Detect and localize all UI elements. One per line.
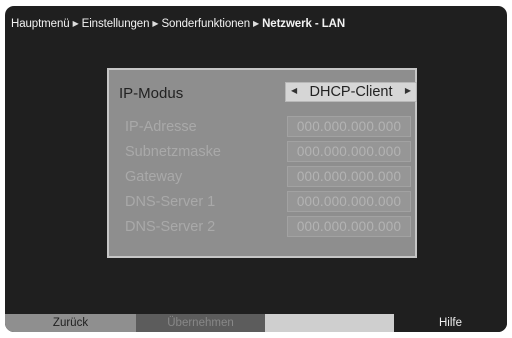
ip-address-field: 000.000.000.000 <box>287 116 411 137</box>
dns-server-2-field: 000.000.000.000 <box>287 216 411 237</box>
dns-server-1-field: 000.000.000.000 <box>287 191 411 212</box>
network-settings-panel: IP-Modus ◀ DHCP-Client ▶ IP-Adresse 000.… <box>107 68 417 258</box>
breadcrumb-current: Netzwerk - LAN <box>262 18 346 30</box>
field-label: IP-Adresse <box>125 119 197 135</box>
ip-mode-label: IP-Modus <box>119 85 184 102</box>
breadcrumb-item-sonderfunktionen[interactable]: Sonderfunktionen <box>161 18 250 30</box>
subnet-mask-field: 000.000.000.000 <box>287 141 411 162</box>
field-label: DNS-Server 2 <box>125 219 216 235</box>
footer-button-bar: Zurück Übernehmen Hilfe <box>5 314 507 332</box>
help-button[interactable]: Hilfe <box>394 314 507 332</box>
ip-mode-value: DHCP-Client <box>309 84 393 100</box>
triangle-right-icon: ▶ <box>152 19 159 28</box>
address-fields: IP-Adresse 000.000.000.000 Subnetzmaske … <box>109 116 415 241</box>
blank-button[interactable] <box>265 314 394 332</box>
field-label: Subnetzmaske <box>125 144 221 160</box>
field-label: Gateway <box>125 169 183 185</box>
field-row-ip-address: IP-Adresse 000.000.000.000 <box>109 116 415 141</box>
field-label: DNS-Server 1 <box>125 194 216 210</box>
field-row-subnet-mask: Subnetzmaske 000.000.000.000 <box>109 141 415 166</box>
back-button[interactable]: Zurück <box>5 314 136 332</box>
ip-mode-row: IP-Modus ◀ DHCP-Client ▶ <box>109 82 417 104</box>
field-row-dns-1: DNS-Server 1 000.000.000.000 <box>109 191 415 216</box>
tv-screen: Hauptmenü ▶ Einstellungen ▶ Sonderfunktionen… <box>5 6 507 332</box>
arrow-right-icon[interactable]: ▶ <box>405 86 411 95</box>
gateway-field: 000.000.000.000 <box>287 166 411 187</box>
ip-mode-selector[interactable]: ◀ DHCP-Client ▶ <box>285 82 417 102</box>
field-row-dns-2: DNS-Server 2 000.000.000.000 <box>109 216 415 241</box>
breadcrumb: Hauptmenü ▶ Einstellungen ▶ Sonderfunktionen… <box>11 18 345 30</box>
field-row-gateway: Gateway 000.000.000.000 <box>109 166 415 191</box>
triangle-right-icon: ▶ <box>72 19 79 28</box>
breadcrumb-item-hauptmenu[interactable]: Hauptmenü <box>11 18 70 30</box>
screen: Hauptmenü ▶ Einstellungen ▶ Sonderfunktionen… <box>0 0 512 338</box>
triangle-right-icon: ▶ <box>253 19 260 28</box>
breadcrumb-item-einstellungen[interactable]: Einstellungen <box>82 18 150 30</box>
apply-button[interactable]: Übernehmen <box>136 314 265 332</box>
